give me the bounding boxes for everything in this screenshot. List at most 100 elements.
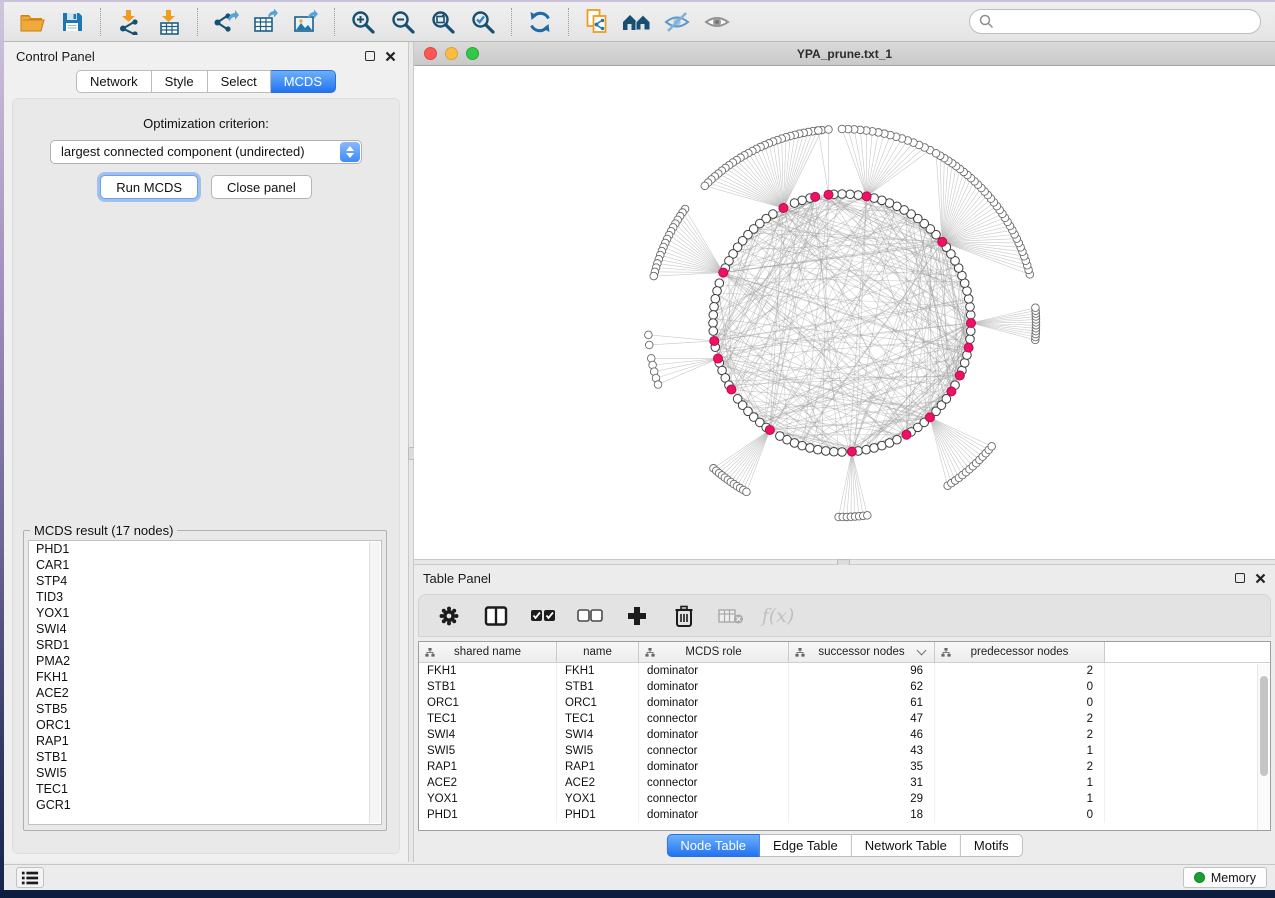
table-cell[interactable]: dominator: [639, 663, 789, 679]
mcds-node-item[interactable]: YOX1: [29, 605, 381, 621]
table-cell[interactable]: RAP1: [419, 759, 557, 775]
scrollbar-thumb[interactable]: [1260, 676, 1268, 776]
table-row[interactable]: ORC1ORC1dominator610: [419, 695, 1270, 711]
mcds-node-dot[interactable]: [710, 336, 719, 345]
table-row[interactable]: SWI4SWI4dominator462: [419, 727, 1270, 743]
network-node[interactable]: [966, 303, 975, 312]
table-cell[interactable]: connector: [639, 711, 789, 727]
table-cell[interactable]: TEC1: [419, 711, 557, 727]
network-node[interactable]: [966, 335, 975, 344]
tab-motifs[interactable]: Motifs: [961, 834, 1023, 857]
table-cell[interactable]: 61: [789, 695, 935, 711]
table-cell[interactable]: 46: [789, 727, 935, 743]
export-table-button[interactable]: [246, 5, 286, 39]
apply-layout-button[interactable]: [520, 5, 560, 39]
search-box[interactable]: [969, 9, 1261, 34]
table-cell[interactable]: 43: [789, 743, 935, 759]
leaf-node[interactable]: [701, 182, 709, 190]
table-cell[interactable]: 2: [935, 727, 1105, 743]
zoom-fit-button[interactable]: [423, 5, 463, 39]
table-row[interactable]: SWI5SWI5connector431: [419, 743, 1270, 759]
deselect-all-button[interactable]: [577, 601, 603, 631]
tab-node-table[interactable]: Node Table: [666, 834, 760, 857]
mcds-node-item[interactable]: GCR1: [29, 797, 381, 813]
network-node[interactable]: [963, 287, 972, 296]
table-cell[interactable]: ORC1: [557, 695, 639, 711]
leaf-node[interactable]: [815, 127, 823, 135]
import-table-button[interactable]: [149, 5, 189, 39]
open-session-button[interactable]: [12, 5, 52, 39]
mcds-node-item[interactable]: STB1: [29, 749, 381, 765]
mcds-node-item[interactable]: PMA2: [29, 653, 381, 669]
tab-mcds[interactable]: MCDS: [271, 70, 336, 93]
table-cell[interactable]: 2: [935, 711, 1105, 727]
table-cell[interactable]: 0: [935, 695, 1105, 711]
table-row[interactable]: YOX1YOX1connector291: [419, 791, 1270, 807]
minimize-window-icon[interactable]: [445, 47, 458, 60]
mcds-node-dot[interactable]: [713, 354, 722, 363]
network-node[interactable]: [838, 448, 847, 457]
table-cell[interactable]: SWI5: [557, 743, 639, 759]
table-cell[interactable]: PHD1: [419, 807, 557, 823]
column-header-shared-name[interactable]: shared name: [419, 642, 557, 662]
delete-column-button[interactable]: [671, 601, 697, 631]
close-panel-icon[interactable]: [385, 51, 396, 62]
leaf-node[interactable]: [932, 150, 940, 158]
mcds-node-item[interactable]: STB5: [29, 701, 381, 717]
network-node[interactable]: [790, 199, 799, 208]
show-all-button[interactable]: [697, 5, 737, 39]
table-row[interactable]: RAP1RAP1dominator352: [419, 759, 1270, 775]
network-node[interactable]: [862, 445, 871, 454]
mcds-node-item[interactable]: SWI5: [29, 765, 381, 781]
table-cell[interactable]: STB1: [419, 679, 557, 695]
mcds-node-dot[interactable]: [824, 190, 833, 199]
export-image-button[interactable]: [286, 5, 326, 39]
network-node[interactable]: [709, 319, 718, 328]
table-cell[interactable]: 1: [935, 775, 1105, 791]
network-node[interactable]: [870, 444, 879, 453]
zoom-in-button[interactable]: [343, 5, 383, 39]
mcds-node-item[interactable]: ORC1: [29, 717, 381, 733]
table-cell[interactable]: SWI5: [419, 743, 557, 759]
mcds-node-item[interactable]: SWI4: [29, 621, 381, 637]
table-cell[interactable]: 1: [935, 791, 1105, 807]
table-cell[interactable]: 0: [935, 679, 1105, 695]
network-graph[interactable]: [414, 66, 1275, 559]
show-columns-button[interactable]: [483, 601, 509, 631]
mcds-node-dot[interactable]: [938, 237, 947, 246]
table-row[interactable]: TEC1TEC1connector472: [419, 711, 1270, 727]
close-panel-button[interactable]: Close panel: [211, 175, 312, 199]
save-session-button[interactable]: [52, 5, 92, 39]
leaf-node[interactable]: [864, 512, 872, 520]
table-cell[interactable]: dominator: [639, 695, 789, 711]
duplicate-network-button[interactable]: [577, 5, 617, 39]
mcds-node-dot[interactable]: [925, 413, 934, 422]
maximize-window-icon[interactable]: [466, 47, 479, 60]
tab-network[interactable]: Network: [76, 70, 152, 93]
mcds-node-dot[interactable]: [955, 371, 964, 380]
table-cell[interactable]: 2: [935, 663, 1105, 679]
criterion-dropdown[interactable]: largest connected component (undirected): [50, 140, 362, 164]
mcds-node-dot[interactable]: [765, 425, 774, 434]
mcds-node-dot[interactable]: [902, 430, 911, 439]
network-node[interactable]: [709, 311, 718, 320]
network-node[interactable]: [846, 190, 855, 199]
mcds-node-dot[interactable]: [727, 385, 736, 394]
table-cell[interactable]: 2: [935, 759, 1105, 775]
column-header-predecessor-nodes[interactable]: predecessor nodes: [935, 642, 1105, 662]
table-cell[interactable]: 96: [789, 663, 935, 679]
table-cell[interactable]: dominator: [639, 807, 789, 823]
table-cell[interactable]: SWI4: [557, 727, 639, 743]
mcds-node-item[interactable]: TEC1: [29, 781, 381, 797]
table-cell[interactable]: 29: [789, 791, 935, 807]
memory-button[interactable]: Memory: [1183, 867, 1267, 888]
mcds-node-item[interactable]: RAP1: [29, 733, 381, 749]
mcds-node-item[interactable]: STP4: [29, 573, 381, 589]
network-node[interactable]: [878, 196, 887, 205]
table-row[interactable]: PHD1PHD1dominator180: [419, 807, 1270, 823]
network-node[interactable]: [854, 191, 863, 200]
table-cell[interactable]: dominator: [639, 759, 789, 775]
network-titlebar[interactable]: YPA_prune.txt_1: [414, 42, 1275, 66]
network-node[interactable]: [893, 435, 902, 444]
mcds-result-list[interactable]: PHD1CAR1STP4TID3YOX1SWI4SRD1PMA2FKH1ACE2…: [28, 540, 382, 825]
